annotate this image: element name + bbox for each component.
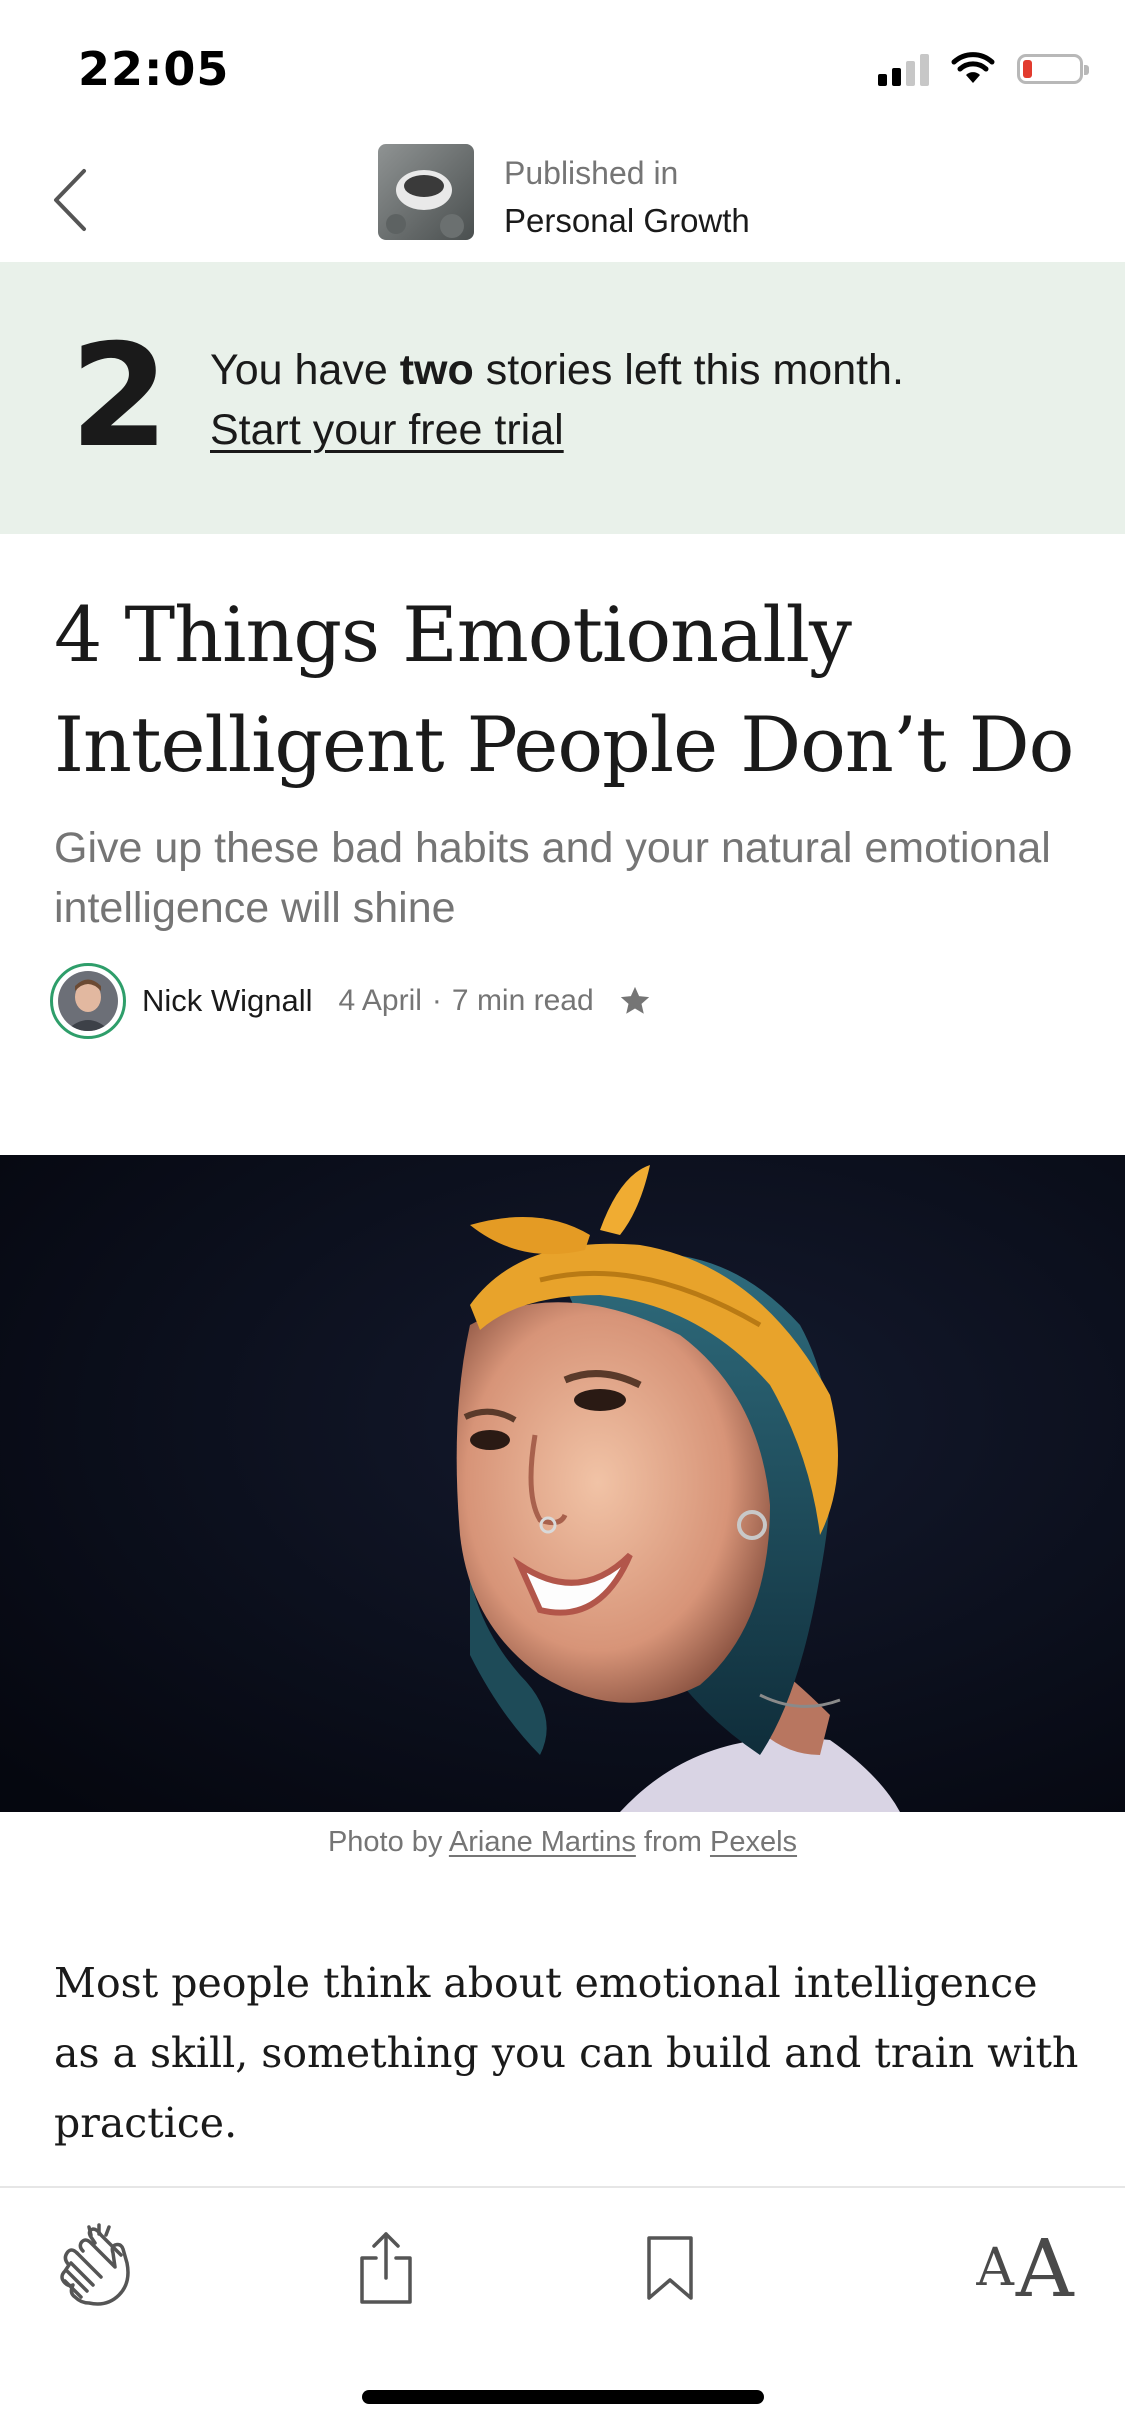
clap-icon: [60, 2223, 130, 2306]
back-button[interactable]: [40, 160, 100, 240]
publication-info[interactable]: Published in Personal Growth: [504, 150, 750, 246]
bookmark-button[interactable]: [620, 2218, 720, 2318]
clap-button[interactable]: [44, 2218, 144, 2318]
byline: Nick Wignall 4 April · 7 min read: [50, 960, 652, 1042]
chevron-left-icon: [54, 169, 86, 231]
author-name[interactable]: Nick Wignall: [142, 983, 313, 1019]
article-title: 4 Things Emotionally Intelligent People …: [54, 590, 1074, 789]
caption-middle: from: [635, 1826, 710, 1858]
share-icon: [360, 2232, 412, 2304]
battery-icon: [1017, 54, 1089, 84]
share-button[interactable]: [336, 2218, 436, 2318]
article-meta: 4 April · 7 min read: [339, 984, 594, 1018]
signal-icon: [878, 52, 929, 86]
status-icons: [878, 46, 1089, 92]
status-bar: 22:05: [0, 0, 1125, 130]
free-trial-link[interactable]: Start your free trial: [210, 400, 904, 460]
publication-logo[interactable]: [378, 144, 474, 240]
top-nav: Published in Personal Growth: [0, 130, 1125, 260]
article-subtitle: Give up these bad habits and your natura…: [54, 824, 1051, 932]
read-time: 7 min read: [451, 984, 594, 1017]
banner-message-prefix: You have: [210, 346, 400, 394]
hero-image: [0, 1155, 1125, 1812]
wifi-icon: [951, 52, 995, 83]
publication-name[interactable]: Personal Growth: [504, 196, 750, 246]
article-screen: 22:05 Published in Personal Growth 2 You…: [0, 0, 1125, 2436]
font-size-button[interactable]: AA: [960, 2218, 1090, 2318]
avatar[interactable]: [50, 963, 126, 1039]
status-time: 22:05: [78, 42, 230, 96]
stories-left-banner: 2 You have two stories left this month. …: [0, 262, 1125, 534]
stories-left-count: 2: [70, 314, 169, 479]
image-caption: Photo by Ariane Martins from Pexels: [0, 1826, 1125, 1859]
font-size-small-glyph: A: [976, 2238, 1014, 2298]
article-date: 4 April: [338, 984, 422, 1017]
home-indicator[interactable]: [362, 2390, 764, 2404]
article-body-paragraph: Most people think about emotional intell…: [54, 1959, 1079, 2147]
photo-source-link[interactable]: Pexels: [710, 1826, 797, 1858]
bookmark-icon: [647, 2236, 693, 2300]
banner-message-bold: two: [399, 346, 474, 394]
published-in-label: Published in: [504, 155, 679, 191]
star-icon: [620, 986, 649, 1014]
caption-prefix: Photo by: [327, 1826, 449, 1858]
font-size-large-glyph: A: [1015, 2221, 1074, 2315]
meta-separator: ·: [431, 984, 442, 1017]
banner-message: You have two stories left this month. St…: [210, 340, 904, 460]
banner-message-suffix: stories left this month.: [473, 346, 904, 394]
photographer-link[interactable]: Ariane Martins: [449, 1826, 636, 1858]
